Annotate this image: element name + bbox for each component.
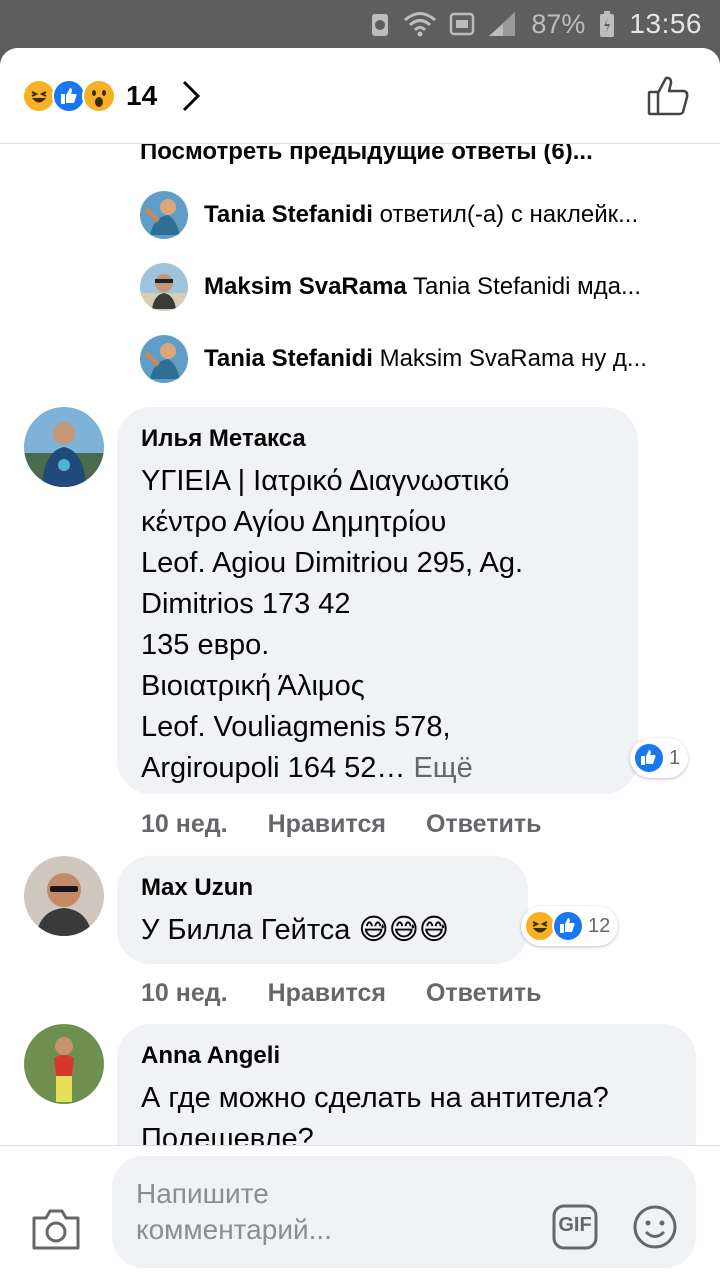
haha-reaction-icon xyxy=(22,78,56,113)
reply-button[interactable]: Ответить xyxy=(426,979,542,1008)
emoji-icon[interactable] xyxy=(632,1204,678,1250)
reply-message: ответил(-а) с наклейк... xyxy=(379,201,639,228)
reply-message: Tania Stefanidi мда... xyxy=(413,273,641,300)
reply-author[interactable]: Tania Stefanidi xyxy=(204,201,373,228)
reply-item[interactable]: Tania Stefanidi Maksim SvaRama ну д... xyxy=(140,335,700,383)
thumbs-up-icon[interactable] xyxy=(646,74,690,118)
reply-item[interactable]: Tania Stefanidi ответил(-а) с наклейк... xyxy=(140,191,700,239)
comments-sheet: 14 Посмотреть предыдущие ответы (6)... T… xyxy=(0,48,720,1280)
reaction-summary[interactable] xyxy=(22,78,116,113)
reply-button[interactable]: Ответить xyxy=(426,810,542,839)
comment-author[interactable]: Max Uzun xyxy=(141,872,504,904)
avatar[interactable] xyxy=(140,263,188,311)
reply-text: Tania Stefanidi Maksim SvaRama ну д... xyxy=(204,345,684,373)
like-button[interactable]: Нравится xyxy=(268,979,386,1008)
status-icons xyxy=(369,10,517,38)
reply-author[interactable]: Tania Stefanidi xyxy=(204,345,373,372)
status-bar: 87% 13:56 xyxy=(0,0,720,48)
reaction-count: 12 xyxy=(588,914,611,937)
reply-text: Maksim SvaRama Tania Stefanidi мда... xyxy=(204,273,684,301)
comment-input[interactable]: Напишите комментарий... GIF xyxy=(112,1156,696,1268)
reaction-count: 1 xyxy=(669,746,681,769)
comment-actions: 10 нед. Нравится Ответить xyxy=(141,979,541,1008)
see-more-link[interactable]: Ещё xyxy=(405,752,472,784)
comments-list[interactable]: Посмотреть предыдущие ответы (6)... Tani… xyxy=(0,144,720,1145)
gif-label: GIF xyxy=(558,1214,592,1236)
battery-percent: 87% xyxy=(531,8,586,39)
comment-text: ΥΓΙΕΙΑ | Ιατρικό Διαγνωστικό κέντρο Αγίο… xyxy=(141,465,524,784)
comment-bubble[interactable]: Илья Метакса ΥΓΙΕΙΑ | Ιατρικό Διαγνωστικ… xyxy=(117,407,638,794)
comment-reactions[interactable]: 1 xyxy=(630,738,689,778)
comment-time[interactable]: 10 нед. xyxy=(141,979,228,1008)
like-button[interactable]: Нравится xyxy=(268,810,386,839)
comment-bubble[interactable]: Max Uzun У Билла Гейтса 😅😅😅 xyxy=(117,856,528,964)
comment-text: У Билла Гейтса 😅😅😅 xyxy=(141,914,450,946)
recycle-icon xyxy=(372,14,389,36)
like-reaction-icon xyxy=(52,78,86,113)
avatar[interactable] xyxy=(24,407,104,487)
reply-author[interactable]: Maksim SvaRama xyxy=(204,273,407,300)
view-previous-replies-link[interactable]: Посмотреть предыдущие ответы (6)... xyxy=(140,144,593,166)
comment-time[interactable]: 10 нед. xyxy=(141,810,228,839)
comment-actions: 10 нед. Нравится Ответить xyxy=(141,810,541,839)
reply-item[interactable]: Maksim SvaRama Tania Stefanidi мда... xyxy=(140,263,700,311)
reply-text: Tania Stefanidi ответил(-а) с наклейк... xyxy=(204,201,684,229)
like-reaction-icon xyxy=(633,742,665,774)
comment-input-placeholder[interactable]: Напишите комментарий... xyxy=(136,1176,416,1248)
comment-reactions[interactable]: 12 xyxy=(521,906,619,946)
comment-author[interactable]: Илья Метакса xyxy=(141,423,614,455)
reaction-count[interactable]: 14 xyxy=(126,80,157,112)
reply-message: Maksim SvaRama ну д... xyxy=(379,345,647,372)
comment-body: ΥΓΙΕΙΑ | Ιατρικό Διαγνωστικό κέντρο Αγίο… xyxy=(141,461,614,789)
avatar[interactable] xyxy=(24,1024,104,1104)
battery-icon xyxy=(600,11,615,37)
signal-icon xyxy=(489,12,516,36)
avatar[interactable] xyxy=(24,856,104,936)
comment-bubble[interactable]: Anna Angeli А где можно сделать на антит… xyxy=(117,1024,696,1145)
clock: 13:56 xyxy=(629,8,702,39)
comment-composer: Напишите комментарий... GIF xyxy=(0,1145,720,1280)
comment-author[interactable]: Anna Angeli xyxy=(141,1040,672,1072)
wifi-icon xyxy=(404,12,437,37)
avatar[interactable] xyxy=(140,191,188,239)
hd-icon xyxy=(450,12,475,36)
comment-text: А где можно сделать на антитела? Подешев… xyxy=(141,1082,609,1145)
camera-icon[interactable] xyxy=(30,1206,82,1252)
avatar[interactable] xyxy=(140,335,188,383)
chevron-right-icon[interactable] xyxy=(179,79,203,113)
reactions-header[interactable]: 14 xyxy=(0,48,720,144)
like-reaction-icon xyxy=(552,910,584,942)
gif-icon[interactable]: GIF xyxy=(552,1204,598,1250)
wow-reaction-icon xyxy=(82,78,116,113)
